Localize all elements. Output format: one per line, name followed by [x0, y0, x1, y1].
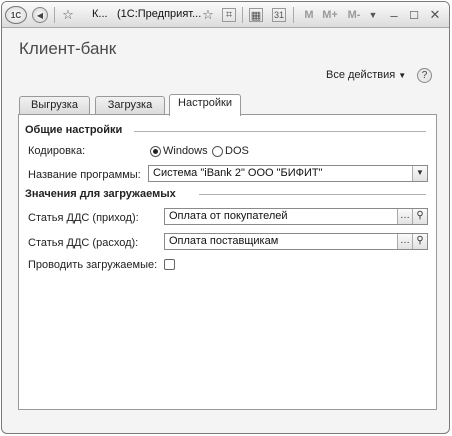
window-short-title: К... — [92, 8, 108, 20]
bookmark-icon: ⌗ — [225, 8, 233, 21]
titlebar-menu-button[interactable]: ▼ — [368, 6, 378, 24]
close-icon: ✕ — [429, 7, 441, 22]
dropdown-icon: ▼ — [398, 71, 407, 80]
program-select[interactable]: Система "iBank 2" ООО "БИФИТ" ▼ — [148, 165, 428, 182]
memory-button-m-minus[interactable]: M- — [344, 6, 364, 24]
encoding-option-windows: Windows — [163, 145, 208, 157]
all-actions-menu[interactable]: Все действия ▼ — [326, 69, 406, 81]
expense-select-button[interactable]: … — [397, 234, 412, 249]
all-actions-label: Все действия — [326, 69, 396, 81]
maximize-icon: ☐ — [409, 9, 419, 22]
income-value: Оплата от покупателей — [169, 210, 288, 222]
expense-open-button[interactable]: ⚲ — [412, 234, 427, 249]
form-title: Клиент-банк — [19, 39, 117, 58]
search-icon: ⚲ — [416, 210, 424, 221]
income-label: Статья ДДС (приход): — [28, 212, 139, 224]
back-button[interactable]: ◀ — [32, 7, 48, 23]
star-outline-icon: ☆ — [202, 7, 214, 22]
tab-import[interactable]: Загрузка — [95, 96, 165, 115]
tab-export[interactable]: Выгрузка — [19, 96, 90, 115]
income-field[interactable]: Оплата от покупателей … ⚲ — [164, 208, 428, 225]
calendar-button[interactable]: 31 — [272, 8, 286, 22]
close-button[interactable]: ✕ — [428, 6, 442, 24]
program-label: Название программы: — [28, 169, 141, 181]
search-icon: ⚲ — [416, 235, 424, 246]
group-imported-values: Значения для загружаемых — [25, 188, 176, 200]
expense-label: Статья ДДС (расход): — [28, 237, 139, 249]
encoding-radio-windows[interactable] — [150, 146, 161, 157]
separator — [242, 7, 243, 23]
encoding-option-dos: DOS — [225, 145, 249, 157]
ellipsis-icon: … — [400, 235, 410, 246]
group-divider — [134, 131, 426, 132]
favorites-button[interactable]: ☆ — [60, 6, 76, 24]
calculator-button[interactable]: ▦ — [249, 8, 263, 22]
group-divider — [199, 194, 426, 195]
help-button[interactable]: ? — [417, 68, 432, 83]
dropdown-icon: ▼ — [416, 168, 424, 177]
group-general-settings: Общие настройки — [25, 124, 123, 136]
encoding-label: Кодировка: — [28, 145, 86, 157]
ellipsis-icon: … — [400, 210, 410, 221]
minimize-button[interactable]: – — [387, 6, 401, 24]
memory-button-m-plus[interactable]: M+ — [320, 6, 340, 24]
calendar-icon: 31 — [273, 10, 284, 20]
expense-value: Оплата поставщикам — [169, 235, 279, 247]
program-value: Система "iBank 2" ООО "БИФИТ" — [153, 167, 323, 179]
program-dropdown-button[interactable]: ▼ — [412, 166, 427, 181]
income-open-button[interactable]: ⚲ — [412, 209, 427, 224]
calculator-icon: ▦ — [250, 9, 262, 22]
dropdown-icon: ▼ — [368, 10, 378, 20]
star-icon: ☆ — [62, 7, 74, 22]
income-select-button[interactable]: … — [397, 209, 412, 224]
post-imported-label: Проводить загружаемые: — [28, 259, 158, 271]
title-bar: 1С ◀ ☆ К... (1С:Предприят... ☆ ⌗ ▦ 31 M … — [2, 2, 449, 28]
post-imported-checkbox[interactable] — [164, 259, 175, 270]
window-app-title: (1С:Предприят... — [117, 8, 202, 20]
back-icon: ◀ — [36, 10, 44, 20]
bookmark-button[interactable]: ⌗ — [222, 8, 236, 22]
maximize-button[interactable]: ☐ — [407, 6, 421, 24]
minimize-icon: – — [390, 7, 398, 23]
separator — [293, 7, 294, 23]
app-logo-icon[interactable]: 1С — [5, 6, 27, 24]
add-favorite-button[interactable]: ☆ — [200, 6, 216, 24]
encoding-radio-dos[interactable] — [212, 146, 223, 157]
window: 1С ◀ ☆ К... (1С:Предприят... ☆ ⌗ ▦ 31 M … — [1, 1, 450, 434]
expense-field[interactable]: Оплата поставщикам … ⚲ — [164, 233, 428, 250]
tab-settings[interactable]: Настройки — [169, 94, 241, 116]
memory-button-m[interactable]: M — [302, 6, 316, 24]
separator — [54, 7, 55, 23]
